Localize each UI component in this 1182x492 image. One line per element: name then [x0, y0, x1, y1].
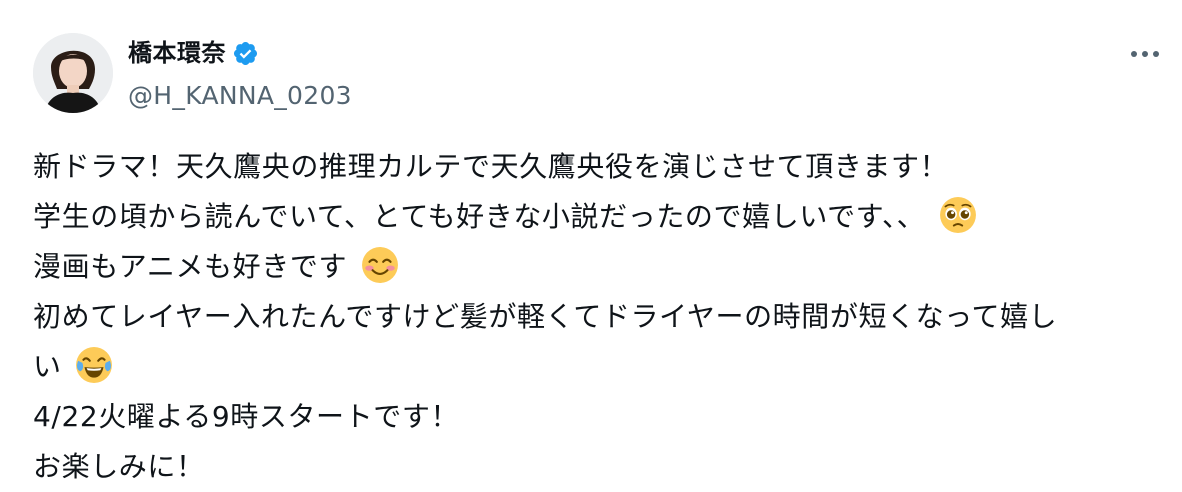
smiling-face-emoji	[361, 246, 399, 284]
tweet-line: お楽しみに！	[33, 442, 1163, 492]
tweet-line: い	[33, 342, 1163, 392]
more-dots-icon	[1131, 51, 1159, 57]
tweet-line-text: 初めてレイヤー入れたんですけど髪が軽くてドライヤーの時間が短くなって嬉し	[33, 300, 1058, 333]
author-name-row[interactable]: 橋本環奈	[128, 37, 259, 69]
tweet-line: 漫画もアニメも好きです	[33, 242, 1163, 292]
display-name[interactable]: 橋本環奈	[128, 37, 226, 69]
verified-badge-icon[interactable]	[232, 40, 259, 67]
tweet-line: 新ドラマ！天久鷹央の推理カルテで天久鷹央役を演じさせて頂きます！	[33, 142, 1163, 192]
tweet-line-text: 漫画もアニメも好きです	[33, 250, 348, 283]
tweet-line-text: 学生の頃から読んでいて、とても好きな小説だったので嬉しいです、、	[33, 200, 926, 233]
avatar[interactable]	[33, 33, 113, 113]
tweet-line-text: お楽しみに！	[33, 450, 205, 483]
user-handle[interactable]: @H_KANNA_0203	[128, 80, 352, 112]
tweet-text: 新ドラマ！天久鷹央の推理カルテで天久鷹央役を演じさせて頂きます！ 学生の頃から読…	[33, 142, 1163, 492]
tweet-line: 学生の頃から読んでいて、とても好きな小説だったので嬉しいです、、	[33, 192, 1163, 242]
pleading-face-emoji	[939, 196, 977, 234]
tweet-line: 初めてレイヤー入れたんですけど髪が軽くてドライヤーの時間が短くなって嬉し	[33, 292, 1163, 342]
tweet-line-text: 4/22火曜よる9時スタートです！	[33, 400, 460, 433]
tweet-line: 4/22火曜よる9時スタートです！	[33, 392, 1163, 442]
more-options-button[interactable]	[1125, 38, 1165, 70]
tears-of-joy-emoji	[75, 346, 113, 384]
tweet-card: 橋本環奈 @H_KANNA_0203 新ドラマ！天久鷹央の推理カルテで天久鷹央役…	[0, 0, 1182, 484]
tweet-line-text: 新ドラマ！天久鷹央の推理カルテで天久鷹央役を演じさせて頂きます！	[33, 150, 949, 183]
tweet-line-text: い	[33, 350, 62, 383]
